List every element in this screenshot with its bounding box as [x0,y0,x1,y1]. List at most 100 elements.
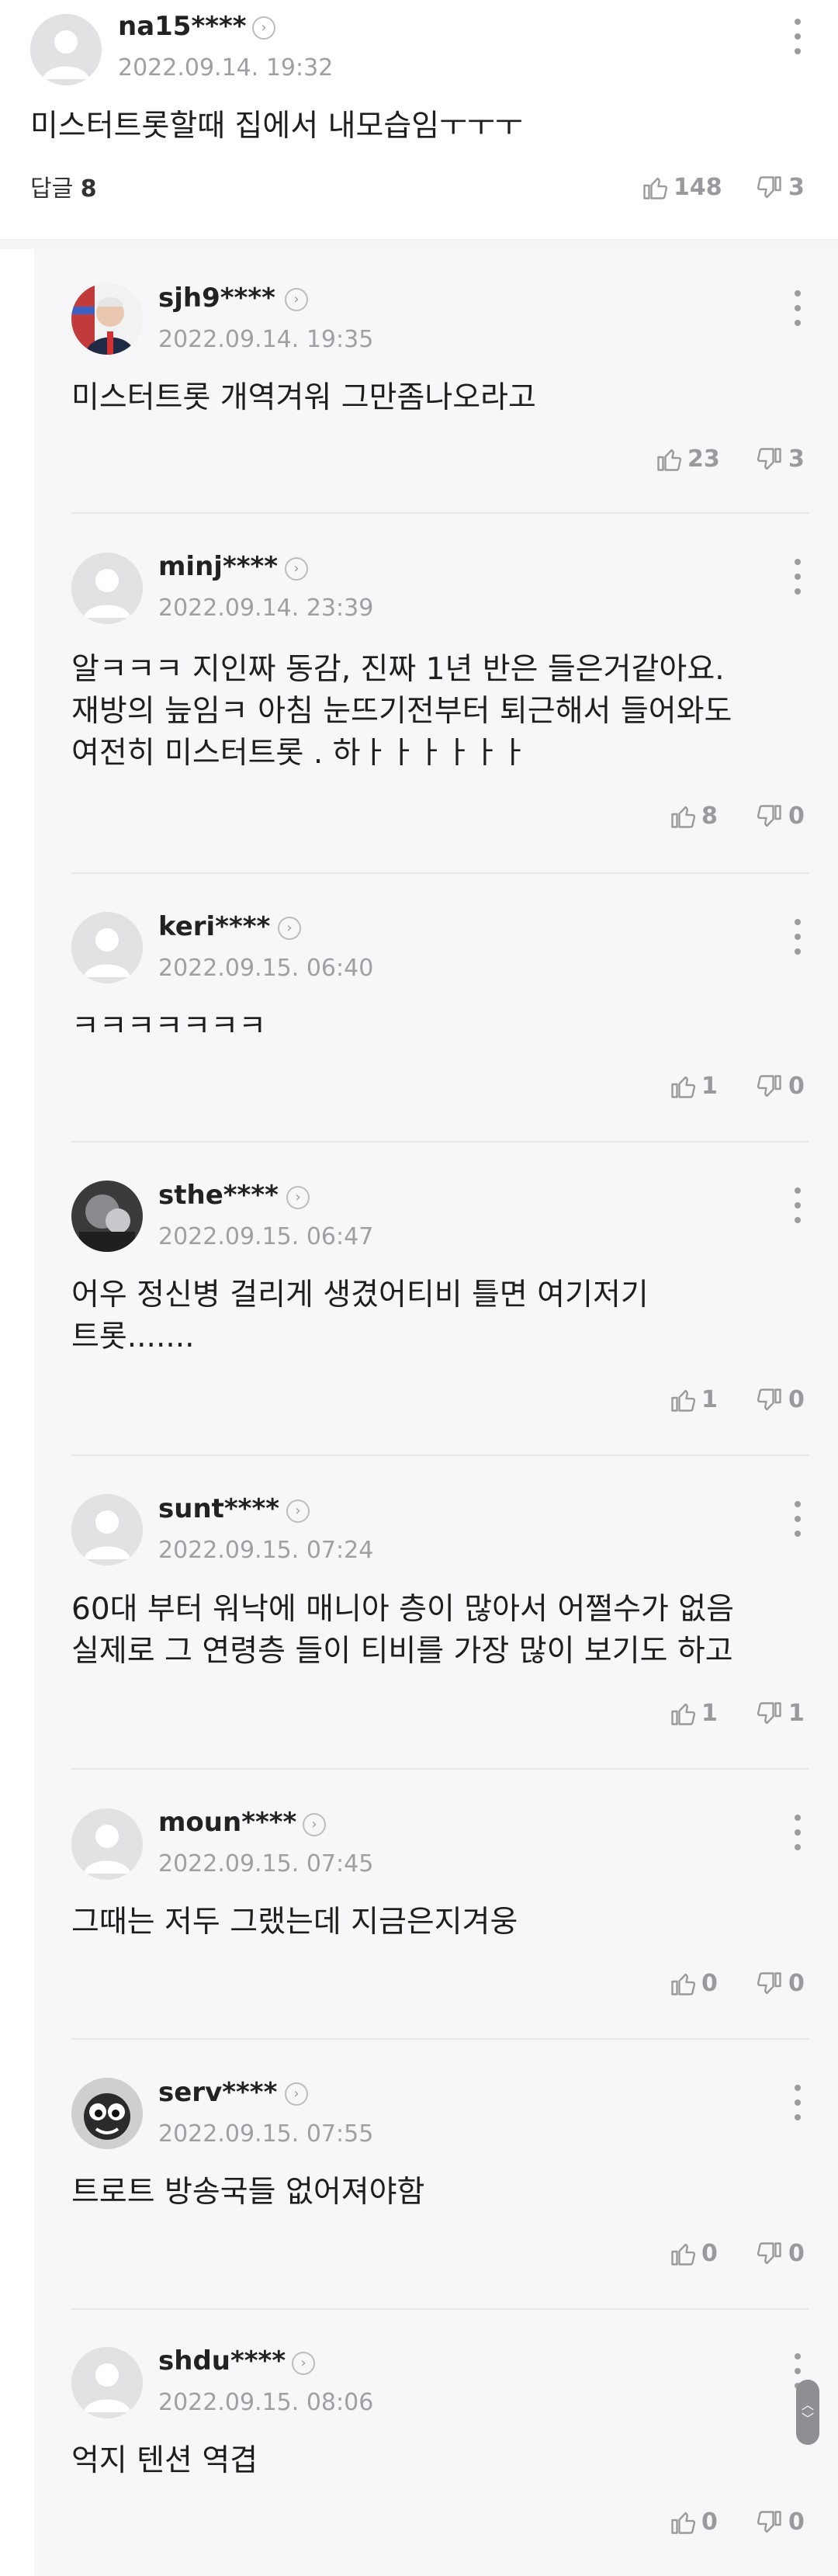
comment-date: 2022.09.15. 07:55 [158,2120,374,2148]
divider [71,2308,809,2310]
chevron-right-icon[interactable]: › [285,2082,308,2106]
more-options-icon[interactable] [790,19,805,54]
dislike-button[interactable]: 1 [756,1700,805,1728]
comment-username[interactable]: keri**** [158,911,270,942]
like-button[interactable]: 23 [655,446,720,473]
photo-avatar[interactable] [71,283,143,355]
dislike-count: 0 [788,1073,805,1100]
chevron-right-icon[interactable]: › [303,1813,326,1836]
thumbs-up-icon [671,806,696,828]
like-button[interactable]: 0 [669,2508,718,2536]
dislike-button[interactable]: 0 [756,1073,805,1101]
more-options-icon[interactable] [790,559,805,595]
main-comment: na15**** › 2022.09.14. 19:32 미스터트롯할때 집에서… [0,0,838,247]
scroll-handle[interactable]: ︿ ﹀ [796,2380,819,2445]
reply-count-button[interactable]: 답글 8 [30,175,97,203]
divider [71,1768,809,1770]
like-button[interactable]: 1 [669,1386,718,1414]
comment-text: 트로트 방송국들 없어져야함 [71,2175,425,2210]
cartoon-avatar[interactable] [71,2078,143,2149]
more-options-icon[interactable] [790,290,805,326]
like-count: 8 [701,803,718,830]
comment-username[interactable]: sunt**** [158,1493,279,1524]
thumbs-down-icon [757,805,781,827]
like-count: 0 [701,2508,718,2536]
default-avatar-icon[interactable] [71,1808,143,1880]
default-avatar-icon[interactable] [71,553,143,624]
comment-username[interactable]: serv**** [158,2077,277,2108]
more-options-icon[interactable] [790,1815,805,1850]
like-count: 1 [701,1073,718,1100]
comment-date: 2022.09.15. 08:06 [158,2389,374,2416]
chevron-right-icon[interactable]: › [285,557,308,581]
dislike-count: 0 [788,1970,805,1997]
default-avatar-icon[interactable] [71,2347,143,2418]
like-button[interactable]: 148 [641,174,722,202]
thumbs-up-icon [671,2512,696,2534]
like-button[interactable]: 1 [669,1073,718,1101]
chevron-right-icon[interactable]: › [286,1186,310,1209]
dislike-count: 0 [788,2240,805,2267]
more-options-icon[interactable] [790,919,805,955]
thumbs-down-icon [757,1702,781,1725]
like-button[interactable]: 8 [669,803,718,830]
thumbs-down-icon [757,2511,781,2533]
divider [71,1141,809,1142]
comment-username[interactable]: shdu**** [158,2345,286,2377]
thumbs-down-icon [757,1389,781,1411]
comment-date: 2022.09.15. 07:24 [158,1537,374,1564]
thumbs-up-icon [671,1389,696,1412]
comment-date: 2022.09.15. 06:40 [158,955,374,982]
like-count: 0 [701,2240,718,2267]
dislike-count: 3 [788,446,805,473]
comment-text: 억지 텐션 역겹 [71,2443,258,2478]
chevron-right-icon[interactable]: › [286,1499,310,1523]
comment-text: 미스터트롯할때 집에서 내모습임ㅜㅜㅜ [30,109,523,144]
thumbs-down-icon [757,176,781,199]
comment-text: 알ㅋㅋㅋ 지인짜 동감, 진짜 1년 반은 들은거같아요. 재방의 늪임ㅋ 아침… [71,652,732,771]
dislike-button[interactable]: 3 [756,446,805,473]
chevron-right-icon[interactable]: › [292,2352,315,2375]
dislike-button[interactable]: 0 [756,2240,805,2268]
thumbs-up-icon [671,1973,696,1995]
chevron-right-icon[interactable]: › [252,16,275,40]
more-options-icon[interactable] [790,1501,805,1537]
comment-text: 60대 부터 워낙에 매니아 층이 많아서 어쩔수가 없음 실제로 그 연령층 … [71,1592,735,1669]
comment-username[interactable]: sthe**** [158,1180,279,1211]
thumbs-down-icon [757,2242,781,2265]
like-button[interactable]: 1 [669,1700,718,1728]
dislike-button[interactable]: 0 [756,1386,805,1414]
default-avatar-icon[interactable] [71,1494,143,1565]
dislike-button[interactable]: 0 [756,803,805,830]
thumbs-down-icon [757,1075,781,1097]
photo-avatar[interactable] [71,1181,143,1252]
dislike-button[interactable]: 0 [756,2508,805,2536]
like-button[interactable]: 0 [669,1970,718,1998]
divider [71,1454,809,1456]
comment-date: 2022.09.14. 19:35 [158,326,374,353]
comment-username[interactable]: moun**** [158,1807,296,1838]
like-count: 0 [701,1970,718,1997]
chevron-down-icon: ﹀ [801,2411,814,2426]
comment-username[interactable]: na15**** [118,11,247,42]
dislike-count: 0 [788,2508,805,2536]
comment-date: 2022.09.15. 07:45 [158,1850,374,1877]
thumbs-up-icon [657,449,682,471]
comment-username[interactable]: minj**** [158,551,278,582]
like-button[interactable]: 0 [669,2240,718,2268]
dislike-count: 0 [788,1386,805,1413]
default-avatar-icon[interactable] [71,912,143,983]
comment-text: ㅋㅋㅋㅋㅋㅋㅋ [71,1009,267,1044]
dislike-button[interactable]: 0 [756,1970,805,1998]
dislike-button[interactable]: 3 [756,174,805,202]
default-avatar-icon[interactable] [30,14,102,85]
chevron-right-icon[interactable]: › [278,917,301,940]
more-options-icon[interactable] [790,1187,805,1223]
more-options-icon[interactable] [790,2085,805,2120]
divider [71,512,809,514]
dislike-count: 3 [788,174,805,201]
dislike-count: 1 [788,1700,805,1727]
like-count: 1 [701,1700,718,1727]
comment-username[interactable]: sjh9**** [158,283,275,314]
chevron-right-icon[interactable]: › [285,288,308,311]
